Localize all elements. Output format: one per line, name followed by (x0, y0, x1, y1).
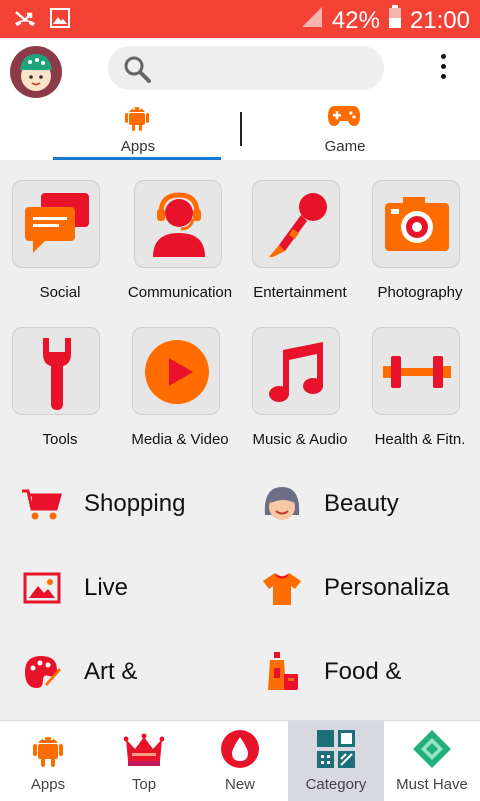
category-tools[interactable]: Tools (0, 327, 120, 457)
category-label: Photography (377, 284, 463, 301)
nav-label: New (224, 776, 255, 793)
nav-category[interactable]: Category (288, 721, 384, 801)
category-label: Live (84, 574, 129, 601)
category-label: Health & Fitn. (374, 431, 466, 448)
wrench-icon (35, 334, 79, 415)
bottom-navigation: Apps Top New Category Must Have (0, 720, 480, 801)
gamepad-icon (327, 104, 361, 132)
tab-divider (240, 112, 242, 146)
category-media-video[interactable]: Media & Video (120, 327, 240, 457)
nav-apps[interactable]: Apps (0, 721, 96, 801)
category-tile (252, 180, 340, 268)
category-label: Communication (127, 284, 233, 301)
avatar-face-icon (20, 54, 52, 91)
headset-person-icon (147, 191, 211, 264)
category-communication[interactable]: Communication (120, 180, 240, 310)
search-bar[interactable] (108, 46, 384, 90)
overflow-menu-icon[interactable] (436, 54, 450, 84)
nav-label: Must Have (396, 776, 468, 793)
signal-icon (300, 6, 324, 35)
nav-label: Apps (30, 776, 66, 793)
category-photography[interactable]: Photography (360, 180, 480, 310)
android-icon (28, 729, 68, 769)
category-tile (252, 327, 340, 415)
tab-game-label: Game (324, 138, 366, 155)
category-personalization[interactable]: Personaliza (262, 558, 449, 618)
nav-label: Top (131, 776, 157, 793)
category-label: Art & (84, 658, 138, 685)
category-shopping[interactable]: Shopping (22, 474, 185, 534)
dumbbell-icon (383, 354, 451, 395)
nav-label: Category (305, 776, 367, 793)
drop-icon (220, 729, 260, 769)
nav-top[interactable]: Top (96, 721, 192, 801)
android-icon (125, 102, 149, 136)
category-label: Entertainment (253, 284, 347, 301)
category-label: Personaliza (324, 574, 450, 601)
woman-face-icon (262, 484, 302, 524)
category-label: Shopping (84, 490, 186, 517)
tab-game[interactable]: Game (260, 100, 430, 158)
status-bar: 42% 21:00 (0, 0, 480, 38)
search-icon (122, 54, 152, 89)
tab-apps-label: Apps (120, 138, 156, 155)
microphone-icon (263, 189, 331, 264)
category-music-audio[interactable]: Music & Audio (240, 327, 360, 457)
category-tile (372, 180, 460, 268)
tab-apps[interactable]: Apps (53, 100, 223, 160)
play-button-icon (143, 338, 211, 411)
nav-must-have[interactable]: Must Have (384, 721, 480, 801)
tab-selected-indicator (53, 157, 221, 160)
music-note-icon (265, 340, 329, 409)
shopping-cart-icon (22, 484, 62, 524)
category-health-fitness[interactable]: Health & Fitn. (360, 327, 480, 457)
app-bar: Apps Game (0, 38, 480, 160)
category-label: Tools (42, 431, 78, 448)
category-tile (134, 180, 222, 268)
nav-new[interactable]: New (192, 721, 288, 801)
missed-call-icon (14, 8, 36, 33)
category-entertainment[interactable]: Entertainment (240, 180, 360, 310)
category-live[interactable]: Live (22, 558, 128, 618)
drinks-icon (262, 652, 302, 692)
battery-icon (388, 5, 402, 36)
picture-icon (22, 568, 62, 608)
category-label: Beauty (324, 490, 399, 517)
category-beauty[interactable]: Beauty (262, 474, 399, 534)
category-tile (12, 180, 100, 268)
category-grid-icon (316, 729, 356, 769)
category-label: Food & (324, 658, 402, 685)
clock: 21:00 (409, 6, 470, 34)
category-label: Social (39, 284, 81, 301)
category-food[interactable]: Food & (262, 642, 401, 702)
image-notification-icon (50, 8, 70, 33)
category-label: Media & Video (131, 431, 229, 448)
battery-percentage: 42% (331, 6, 380, 34)
category-tile (12, 327, 100, 415)
crown-icon (123, 729, 165, 769)
diamond-icon (412, 729, 452, 769)
category-art[interactable]: Art & (22, 642, 137, 702)
palette-icon (22, 652, 62, 692)
category-social[interactable]: Social (0, 180, 120, 310)
camera-icon (383, 195, 451, 258)
chat-bubbles-icon (23, 191, 91, 262)
avatar[interactable] (10, 46, 62, 98)
category-label: Music & Audio (252, 431, 348, 448)
tshirt-icon (262, 568, 302, 608)
category-tile (372, 327, 460, 415)
category-tile (132, 327, 220, 415)
